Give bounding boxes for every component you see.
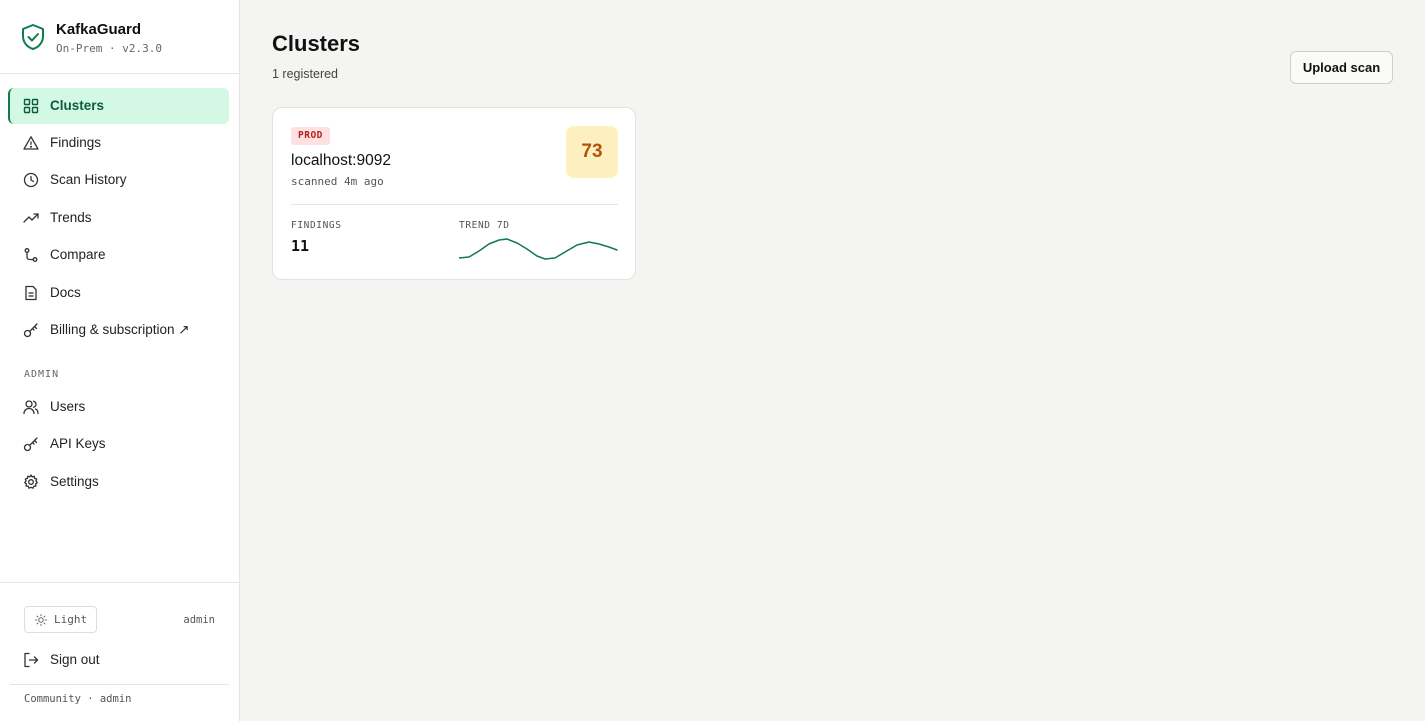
sidebar-item-compare[interactable]: Compare (8, 237, 229, 273)
sidebar-item-label: Clusters (50, 98, 105, 113)
sidebar-item-clusters[interactable]: Clusters (8, 88, 229, 124)
document-icon (25, 285, 37, 301)
sidebar-item-settings[interactable]: Settings (8, 464, 229, 500)
git-compare-icon (24, 248, 38, 262)
sidebar-item-label: Billing & subscription ↗ (50, 322, 190, 337)
findings-count: 11 (291, 237, 310, 255)
sun-icon (35, 614, 47, 626)
grid-icon (23, 98, 39, 114)
sidebar: KafkaGuard On-Prem · v2.3.0 Clusters Fin… (0, 0, 240, 721)
upload-scan-button[interactable]: Upload scan (1290, 51, 1393, 84)
sign-out-label: Sign out (50, 652, 100, 667)
sidebar-item-trends[interactable]: Trends (8, 200, 229, 236)
trending-up-icon (23, 213, 39, 223)
gear-icon (24, 474, 38, 489)
app-edition: On-Prem · v2.3.0 (56, 42, 162, 55)
sidebar-item-label: Scan History (50, 172, 127, 187)
trend-sparkline (459, 238, 618, 260)
sidebar-item-label: Compare (50, 247, 106, 262)
sidebar-item-findings[interactable]: Findings (8, 125, 229, 161)
sidebar-item-docs[interactable]: Docs (8, 275, 229, 311)
clock-icon (23, 172, 39, 188)
plan-info: Community · admin (24, 693, 132, 705)
page-subtitle: 1 registered (272, 67, 339, 81)
key-icon (23, 437, 38, 452)
theme-toggle-button[interactable]: Light (24, 606, 97, 633)
cluster-card[interactable]: PROD localhost:9092 scanned 4m ago 73 FI… (272, 107, 636, 280)
sign-out-button[interactable]: Sign out (8, 642, 229, 678)
sidebar-item-users[interactable]: Users (8, 389, 229, 425)
sidebar-item-label: Settings (50, 474, 99, 489)
brand-header: KafkaGuard On-Prem · v2.3.0 (0, 0, 239, 74)
sparkline-path (459, 238, 618, 260)
cluster-name: localhost:9092 (291, 152, 391, 169)
current-user: admin (183, 614, 215, 626)
page-title: Clusters (272, 31, 361, 56)
env-badge: PROD (291, 127, 330, 145)
sidebar-item-label: Trends (50, 210, 92, 225)
warning-triangle-icon (23, 136, 39, 150)
sidebar-item-api-keys[interactable]: API Keys (8, 426, 229, 462)
sidebar-item-label: Users (50, 399, 86, 414)
cluster-score-badge: 73 (566, 126, 618, 178)
footer-divider (10, 684, 229, 685)
theme-toggle-label: Light (54, 613, 88, 626)
card-divider (291, 204, 618, 205)
admin-section-label: ADMIN (24, 369, 60, 380)
shield-check-icon (22, 24, 44, 50)
key-icon (23, 323, 38, 338)
logout-icon (24, 652, 39, 668)
findings-label: FINDINGS (291, 220, 342, 231)
cluster-scanned-time: scanned 4m ago (291, 175, 384, 188)
sidebar-item-billing[interactable]: Billing & subscription ↗ (8, 312, 229, 348)
sidebar-item-label: API Keys (50, 436, 106, 451)
sidebar-footer: Light admin Sign out Community · admin (0, 582, 239, 721)
sidebar-item-scan-history[interactable]: Scan History (8, 162, 229, 198)
sidebar-item-label: Findings (50, 135, 102, 150)
app-name: KafkaGuard (56, 21, 142, 38)
trend-label: TREND 7D (459, 220, 510, 231)
sidebar-item-label: Docs (50, 285, 81, 300)
users-icon (23, 400, 39, 415)
